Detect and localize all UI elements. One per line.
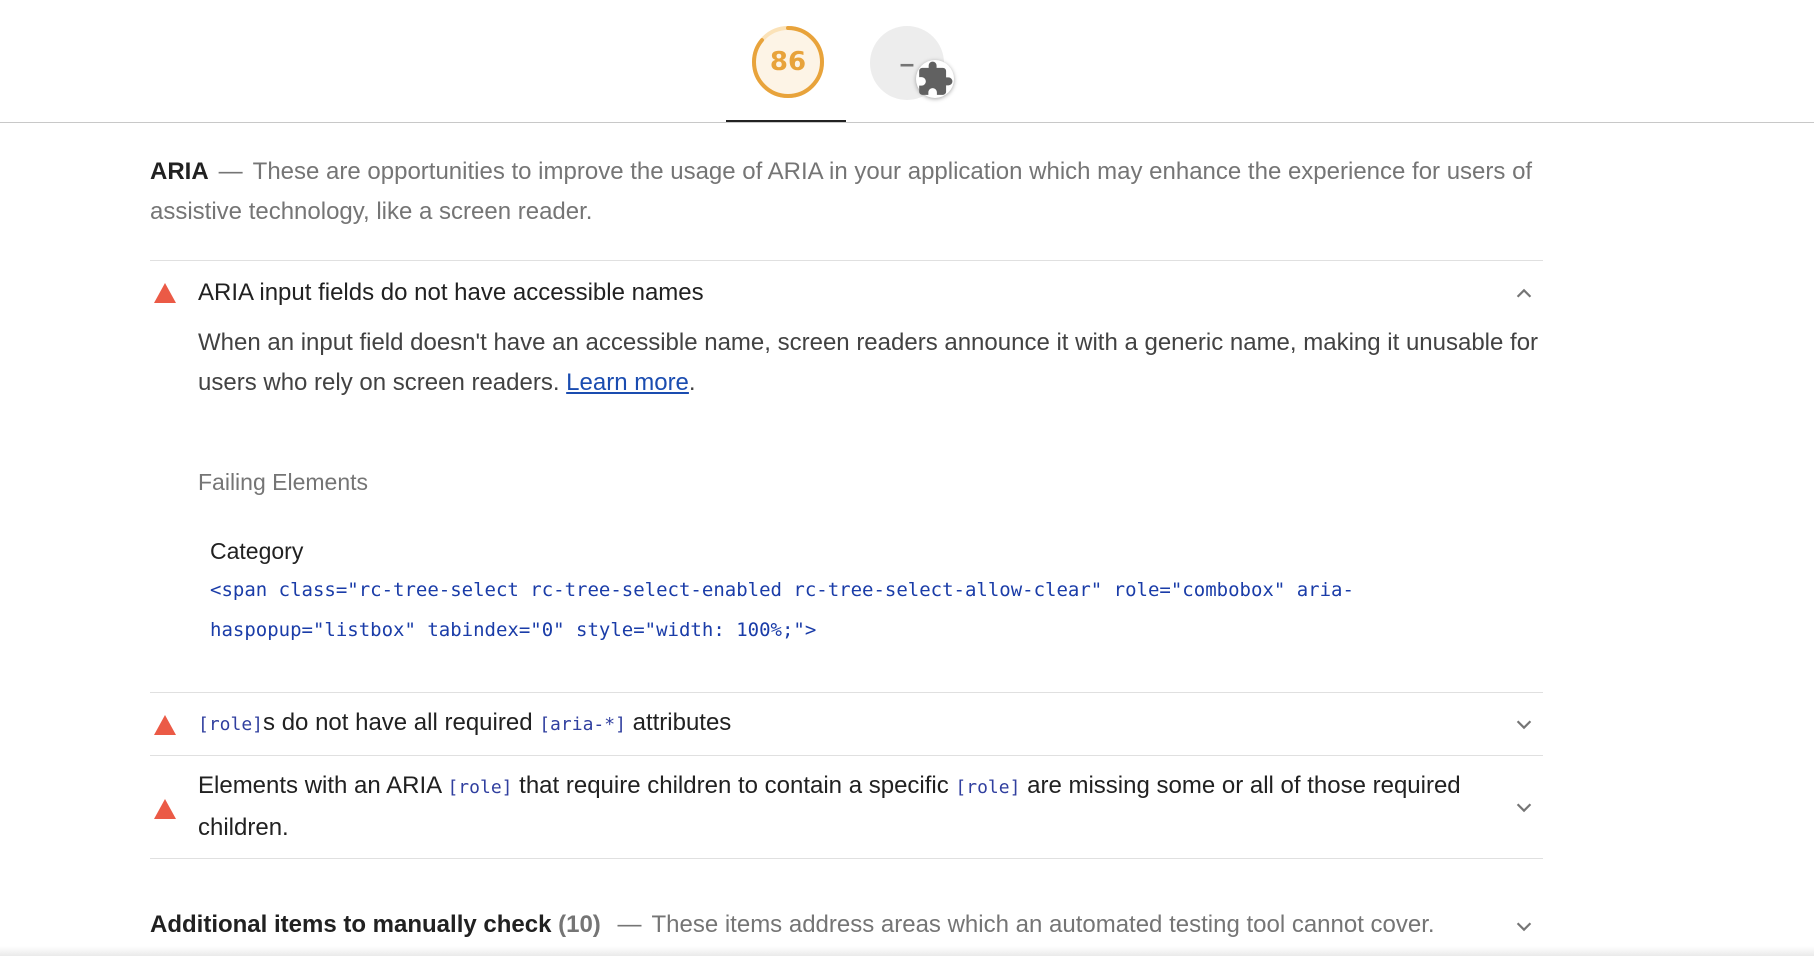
accessibility-score-gauge[interactable]: 86 [750, 24, 826, 100]
audit-description-text: When an input field doesn't have an acce… [198, 329, 1539, 396]
audit-title-text-2: attributes [625, 709, 732, 736]
audit-aria-required-attr: [role]s do not have all required [aria-*… [150, 693, 1543, 756]
audit-title-text-2: that require children to contain a speci… [512, 772, 956, 799]
failing-node[interactable]: Category <span class="rc-tree-select rc-… [150, 536, 1543, 692]
manual-dash: — [617, 911, 642, 938]
group-description: These are opportunities to improve the u… [150, 158, 1533, 225]
audit-title-text: s do not have all required [263, 709, 540, 736]
node-snippet: <span class="rc-tree-select rc-tree-sele… [210, 579, 1354, 641]
audit-title-text: Elements with an ARIA [198, 772, 448, 799]
audit-title: ARIA input fields do not have accessible… [198, 279, 704, 306]
puzzle-icon [916, 60, 954, 98]
role-code: [role] [198, 714, 264, 735]
group-title: ARIA [150, 158, 209, 185]
score-value: 86 [769, 47, 807, 77]
chevron-down-icon[interactable] [1513, 713, 1535, 735]
audit-summary[interactable]: ARIA input fields do not have accessible… [150, 261, 1543, 313]
audit-group-aria: ARIA — These are opportunities to improve … [150, 122, 1543, 945]
audit-description: When an input field doesn't have an acce… [150, 323, 1543, 403]
group-dash: — [218, 158, 243, 185]
aria-code: [aria-*] [539, 714, 626, 735]
description-period: . [688, 369, 696, 396]
audit-title: Elements with an ARIA [role] that requir… [198, 766, 1483, 848]
audit-aria-required-children: Elements with an ARIA [role] that requir… [150, 756, 1543, 859]
fail-triangle-icon [154, 715, 176, 735]
score-header: 86 – [0, 0, 1814, 123]
manual-header: Additional items to manually check (10) … [150, 905, 1543, 945]
role-code: [role] [447, 777, 513, 798]
fail-triangle-icon [154, 799, 176, 819]
manual-checks-group[interactable]: Additional items to manually check (10) … [150, 905, 1543, 945]
manual-title: Additional items to manually check [150, 911, 552, 938]
group-header: ARIA — These are opportunities to improve … [150, 152, 1543, 261]
audit-summary[interactable]: [role]s do not have all required [aria-*… [150, 693, 1543, 755]
audit-title: [role]s do not have all required [aria-*… [198, 703, 1483, 745]
manual-count: (10) [558, 911, 601, 938]
chevron-down-icon[interactable] [1513, 915, 1535, 937]
role-code-2: [role] [955, 777, 1021, 798]
manual-description: These items address areas which an autom… [651, 911, 1435, 938]
learn-more-link[interactable]: Learn more [566, 369, 689, 396]
fail-triangle-icon [154, 283, 176, 303]
node-label: Category [210, 538, 304, 564]
audit-aria-input-field-name: ARIA input fields do not have accessible… [150, 261, 1543, 693]
bottom-edge [0, 946, 1814, 956]
chevron-up-icon[interactable] [1513, 283, 1535, 305]
audit-summary[interactable]: Elements with an ARIA [role] that requir… [150, 756, 1543, 858]
failing-elements-label: Failing Elements [198, 469, 369, 495]
plugin-score-gauge[interactable]: – [870, 26, 954, 100]
chevron-down-icon[interactable] [1513, 796, 1535, 818]
tab-underline [726, 120, 846, 122]
